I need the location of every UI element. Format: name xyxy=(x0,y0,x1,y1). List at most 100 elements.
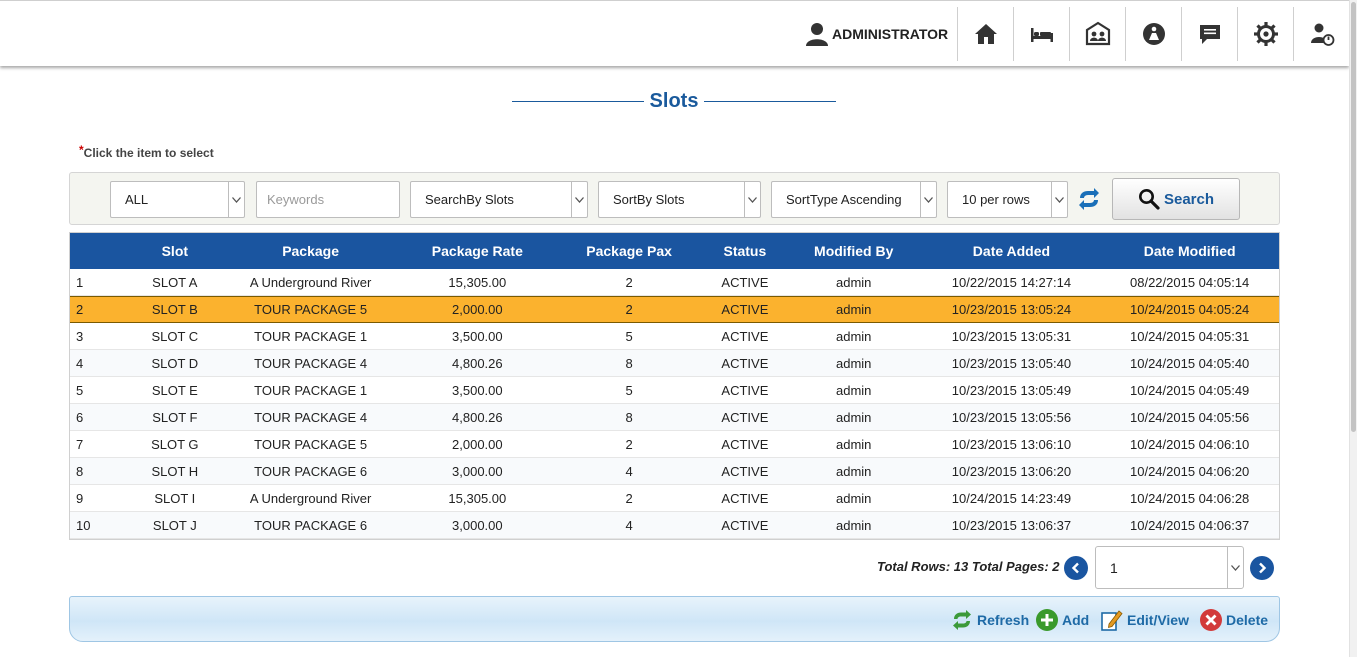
per-page-value: 10 per rows xyxy=(962,192,1030,207)
select-hint: *Click the item to select xyxy=(79,143,214,160)
page-number-select[interactable]: 1 xyxy=(1095,546,1244,589)
cell-slot: SLOT J xyxy=(152,517,197,533)
cell-slot: SLOT E xyxy=(151,382,198,398)
previous-page-button[interactable] xyxy=(1064,556,1088,580)
scrollbar-thumb[interactable] xyxy=(1351,2,1356,432)
cell-package-pax: 2 xyxy=(625,490,633,506)
cell-date-modified: 10/24/2015 04:06:10 xyxy=(1130,436,1250,452)
cell-status: ACTIVE xyxy=(721,382,769,398)
cell-index: 8 xyxy=(76,463,84,479)
cell-package-rate: 15,305.00 xyxy=(448,490,507,506)
cell-package: TOUR PACKAGE 5 xyxy=(254,302,368,317)
page-title: Slots xyxy=(649,89,699,112)
table-row[interactable]: 2 SLOT B TOUR PACKAGE 5 2,000.00 2 ACTIVE admi… xyxy=(70,296,1279,323)
column-header-status[interactable]: Status xyxy=(705,243,785,259)
cell-package-rate: 2,000.00 xyxy=(452,436,503,452)
table-row[interactable]: 8 SLOT H TOUR PACKAGE 6 3,000.00 4 ACTIVE admi… xyxy=(70,458,1279,485)
refresh-button[interactable]: Refresh xyxy=(950,607,1029,633)
column-header-package-pax[interactable]: Package Pax xyxy=(553,243,705,259)
edit-view-button[interactable]: Edit/View xyxy=(1100,607,1189,633)
vertical-scrollbar[interactable] xyxy=(1349,0,1357,657)
cell-modified-by: admin xyxy=(836,517,872,533)
status-select[interactable]: ALL xyxy=(110,181,245,218)
cell-date-modified: 10/24/2015 04:06:20 xyxy=(1130,463,1250,479)
table-row[interactable]: 1 SLOT A A Underground River 15,305.00 2 ACTI… xyxy=(70,269,1279,296)
chevron-right-icon xyxy=(1259,562,1267,574)
search-by-select[interactable]: SearchBy Slots xyxy=(410,181,588,218)
table-row[interactable]: 7 SLOT G TOUR PACKAGE 5 2,000.00 2 ACTIVE admi… xyxy=(70,431,1279,458)
chevron-left-icon xyxy=(1071,562,1079,574)
column-header-package[interactable]: Package xyxy=(220,243,402,259)
nav-tours-button[interactable] xyxy=(1125,7,1181,61)
page-title-block: Slots xyxy=(512,88,836,114)
cell-package-pax: 2 xyxy=(625,274,633,290)
nav-settings-button[interactable] xyxy=(1237,7,1293,61)
table-row[interactable]: 4 SLOT D TOUR PACKAGE 4 4,800.26 8 ACTIVE admi… xyxy=(70,350,1279,377)
chevron-down-icon[interactable] xyxy=(744,182,760,217)
table-row[interactable]: 6 SLOT F TOUR PACKAGE 4 4,800.26 8 ACTIVE admi… xyxy=(70,404,1279,431)
cell-date-added: 10/23/2015 13:05:31 xyxy=(951,328,1072,344)
cell-status: ACTIVE xyxy=(721,490,769,506)
table-row[interactable]: 3 SLOT C TOUR PACKAGE 1 3,500.00 5 ACTIVE admi… xyxy=(70,323,1279,350)
cell-slot: SLOT B xyxy=(151,302,198,317)
chevron-down-icon[interactable] xyxy=(920,182,936,217)
nav-guests-button[interactable] xyxy=(1069,7,1125,61)
sort-by-value: SortBy Slots xyxy=(613,192,685,207)
cell-date-added: 10/23/2015 13:05:40 xyxy=(951,355,1072,371)
search-icon xyxy=(1138,189,1160,210)
chevron-down-icon[interactable] xyxy=(1051,182,1067,217)
next-page-button[interactable] xyxy=(1250,556,1274,580)
page-number-value: 1 xyxy=(1110,559,1118,576)
per-page-select[interactable]: 10 per rows xyxy=(947,181,1068,218)
nav-home-button[interactable] xyxy=(957,7,1013,61)
refresh-icon xyxy=(953,610,971,630)
sort-type-select[interactable]: SortType Ascending xyxy=(771,181,937,218)
cell-package: TOUR PACKAGE 4 xyxy=(254,409,368,425)
cell-package: TOUR PACKAGE 1 xyxy=(254,328,368,344)
chevron-down-icon[interactable] xyxy=(571,182,587,217)
cell-date-added: 10/23/2015 13:05:49 xyxy=(951,382,1072,398)
cell-status: ACTIVE xyxy=(721,517,769,533)
add-icon xyxy=(1036,609,1058,631)
user-icon xyxy=(806,23,828,46)
keywords-input[interactable]: Keywords xyxy=(256,181,400,218)
reset-filters-icon[interactable] xyxy=(1076,186,1102,212)
column-header-date-added[interactable]: Date Added xyxy=(923,243,1101,259)
column-header-package-rate[interactable]: Package Rate xyxy=(401,243,553,259)
user-menu[interactable]: ADMINISTRATOR xyxy=(806,21,948,47)
nav-rooms-button[interactable] xyxy=(1013,7,1069,61)
settings-icon xyxy=(1253,22,1278,46)
sort-by-select[interactable]: SortBy Slots xyxy=(598,181,761,218)
cell-slot: SLOT C xyxy=(151,328,199,344)
column-header-slot[interactable]: Slot xyxy=(130,243,220,259)
cell-modified-by: admin xyxy=(836,409,872,425)
cell-index: 10 xyxy=(76,517,91,533)
delete-icon xyxy=(1200,609,1222,631)
table-row[interactable]: 5 SLOT E TOUR PACKAGE 1 3,500.00 5 ACTIVE admi… xyxy=(70,377,1279,404)
filter-bar: ALL Keywords SearchBy Slots SortBy Slots… xyxy=(69,172,1280,225)
column-header-date-modified[interactable]: Date Modified xyxy=(1100,243,1279,259)
cell-package-pax: 4 xyxy=(625,517,633,533)
chevron-down-icon[interactable] xyxy=(1227,547,1243,588)
add-button[interactable]: Add xyxy=(1035,607,1089,633)
cell-slot: SLOT D xyxy=(151,355,199,371)
status-select-value: ALL xyxy=(125,192,149,207)
cell-status: ACTIVE xyxy=(721,409,769,425)
nav-logout-button[interactable] xyxy=(1293,7,1349,61)
main-nav xyxy=(957,7,1349,61)
cell-package: TOUR PACKAGE 1 xyxy=(254,382,368,398)
hint-text: Click the item to select xyxy=(83,146,214,160)
table-row[interactable]: 10 SLOT J TOUR PACKAGE 6 3,000.00 4 ACTIVE adm… xyxy=(70,512,1279,539)
keywords-placeholder: Keywords xyxy=(267,192,325,207)
search-button[interactable]: Search xyxy=(1112,178,1240,220)
cell-date-modified: 10/24/2015 04:05:31 xyxy=(1130,328,1250,344)
delete-button[interactable]: Delete xyxy=(1199,607,1268,633)
cell-date-modified: 10/24/2015 04:05:40 xyxy=(1130,355,1250,371)
chevron-down-icon[interactable] xyxy=(228,182,244,217)
cell-package-pax: 5 xyxy=(625,382,633,398)
message-icon xyxy=(1199,25,1220,44)
nav-messages-button[interactable] xyxy=(1181,7,1237,61)
cell-package-rate: 2,000.00 xyxy=(452,302,503,317)
column-header-modified-by[interactable]: Modified By xyxy=(785,243,923,259)
table-row[interactable]: 9 SLOT I A Underground River 15,305.00 2 ACTI… xyxy=(70,485,1279,512)
